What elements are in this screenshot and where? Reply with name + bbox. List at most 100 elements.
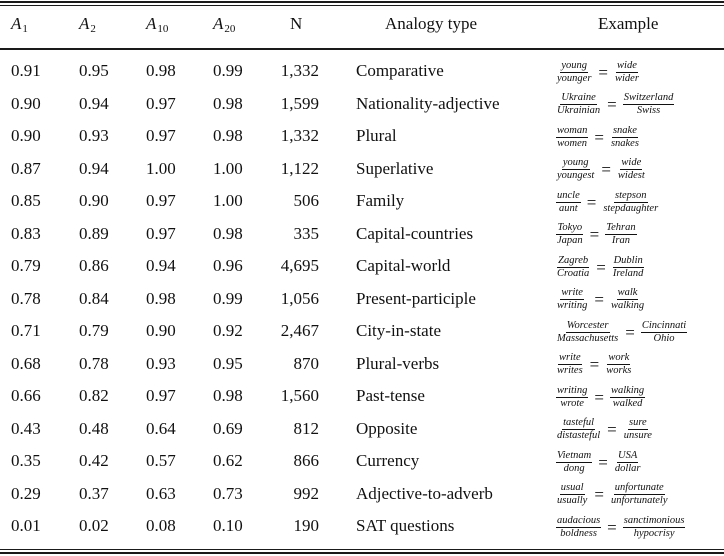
cell-a1: 0.01 [11, 516, 41, 535]
cell-a20: 0.98 [213, 93, 243, 113]
cell-n: 866 [293, 451, 320, 470]
cell-example: woman women = snake snakes [556, 121, 640, 153]
fraction-numerator: Dublin [612, 254, 644, 268]
equals-sign: = [594, 387, 604, 407]
fraction-denominator: Japan [557, 235, 583, 246]
cell-a1: 0.78 [11, 288, 41, 308]
table-row: 0.83 0.89 0.97 0.98 335 Capital-countries Toky… [0, 219, 724, 252]
example-right-fraction: stepson stepdaughter [602, 190, 659, 215]
example-left-fraction: tasteful distasteful [556, 417, 601, 442]
cell-a1: 0.68 [11, 353, 41, 373]
cell-n: 1,122 [280, 158, 319, 178]
example-right-fraction: Switzerland Swiss [622, 92, 675, 117]
cell-example: Ukraine Ukrainian = Switzerland Swiss [556, 89, 675, 121]
cell-a20: 0.98 [213, 223, 243, 243]
fraction-numerator: audacious [556, 514, 602, 528]
table-row: 0.01 0.02 0.08 0.10 190 SAT questions audaciou… [0, 511, 724, 544]
cell-a2: 0.89 [79, 223, 109, 243]
cell-a20: 0.73 [213, 483, 243, 503]
fraction-denominator: Ireland [612, 267, 644, 279]
cell-example: young youngest = wide widest [556, 154, 646, 186]
cell-a20: 1.00 [213, 158, 243, 178]
example-right-fraction: work works [605, 352, 632, 377]
cell-analogy-type: Opposite [356, 418, 418, 438]
fraction-denominator: younger [557, 72, 592, 84]
equals-sign: = [607, 95, 617, 114]
example-right-fraction: wide wider [614, 60, 640, 85]
fraction-numerator: write [560, 287, 584, 300]
example-left-fraction: Worcester Massachusetts [556, 320, 619, 345]
fraction-numerator: sanctimonious [622, 514, 686, 528]
cell-analogy-type: Past-tense [356, 386, 425, 405]
equals-sign: = [594, 290, 604, 309]
fraction-denominator: wider [615, 72, 639, 84]
equals-sign: = [601, 160, 611, 179]
fraction-numerator: usual [559, 482, 585, 495]
cell-n: 4,695 [280, 256, 319, 275]
table-row: 0.78 0.84 0.98 0.99 1,056 Present-participle w… [0, 284, 724, 317]
cell-example: young younger = wide wider [556, 56, 640, 88]
cell-analogy-type: Family [356, 191, 405, 210]
fraction-numerator: woman [556, 124, 589, 138]
cell-a2: 0.86 [79, 256, 109, 275]
table-row: 0.87 0.94 1.00 1.00 1,122 Superlative young you… [0, 154, 724, 187]
fraction-numerator: Tehran [605, 222, 637, 235]
fraction-denominator: writing [557, 300, 588, 311]
cell-n: 190 [293, 516, 320, 535]
table-row: 0.90 0.94 0.97 0.98 1,599 Nationality-adjecti… [0, 89, 724, 122]
fraction-numerator: Tokyo [556, 222, 584, 235]
fraction-denominator: Massachusetts [557, 332, 619, 344]
fraction-denominator: snakes [610, 137, 639, 149]
fraction-numerator: Cincinnati [640, 319, 688, 333]
cell-a10: 0.94 [146, 256, 176, 275]
cell-a20: 0.95 [213, 353, 243, 373]
cell-a10: 0.64 [146, 418, 176, 438]
cell-a2: 0.95 [79, 61, 109, 80]
cell-a2: 0.79 [79, 321, 109, 340]
header-example: Example [598, 14, 659, 33]
fraction-numerator: sure [628, 417, 648, 430]
example-left-fraction: usual usually [556, 482, 588, 507]
cell-a2: 0.93 [79, 126, 109, 145]
equals-sign: = [586, 192, 597, 212]
cell-n: 2,467 [280, 321, 319, 340]
fraction-denominator: usually [557, 495, 588, 506]
example-left-fraction: uncle aunt [556, 190, 581, 215]
cell-a1: 0.90 [11, 93, 41, 113]
fraction-denominator: boldness [560, 527, 597, 539]
cell-a2: 0.84 [79, 288, 109, 308]
equals-sign: = [594, 485, 604, 504]
cell-analogy-type: Adjective-to-adverb [356, 483, 493, 503]
table-row: 0.43 0.48 0.64 0.69 812 Opposite tasteful dista… [0, 414, 724, 447]
cell-analogy-type: Comparative [356, 61, 444, 80]
fraction-denominator: Ukrainian [557, 105, 601, 116]
fraction-numerator: tasteful [562, 417, 596, 430]
cell-a1: 0.87 [11, 158, 41, 178]
cell-example: usual usually = unfortunate unfortunately [556, 479, 669, 511]
equals-sign: = [594, 127, 604, 147]
cell-a2: 0.02 [79, 516, 109, 535]
cell-example: writing wrote = walking walked [556, 381, 646, 413]
cell-a10: 0.97 [146, 126, 176, 145]
cell-analogy-type: Capital-countries [356, 223, 474, 243]
cell-a20: 0.92 [213, 321, 243, 340]
cell-a1: 0.71 [11, 321, 41, 340]
fraction-denominator: walked [612, 397, 643, 409]
fraction-numerator: walk [616, 287, 639, 300]
cell-a1: 0.85 [11, 191, 41, 210]
example-right-fraction: snake snakes [610, 125, 640, 150]
table-row: 0.85 0.90 0.97 1.00 506 Family uncle aunt = steps… [0, 186, 724, 219]
cell-a1: 0.43 [11, 418, 41, 438]
fraction-numerator: wide [616, 59, 638, 73]
cell-a20: 0.10 [213, 516, 243, 535]
fraction-denominator: wrote [560, 397, 584, 409]
cell-a2: 0.94 [79, 158, 109, 178]
cell-a1: 0.35 [11, 451, 41, 470]
cell-a10: 0.93 [146, 353, 176, 373]
table-row: 0.71 0.79 0.90 0.92 2,467 City-in-state Worces… [0, 316, 724, 349]
cell-analogy-type: Plural [356, 126, 397, 145]
cell-analogy-type: Superlative [356, 158, 434, 178]
cell-analogy-type: Capital-world [356, 256, 451, 275]
example-left-fraction: audacious boldness [556, 514, 602, 540]
cell-n: 1,332 [280, 126, 319, 145]
